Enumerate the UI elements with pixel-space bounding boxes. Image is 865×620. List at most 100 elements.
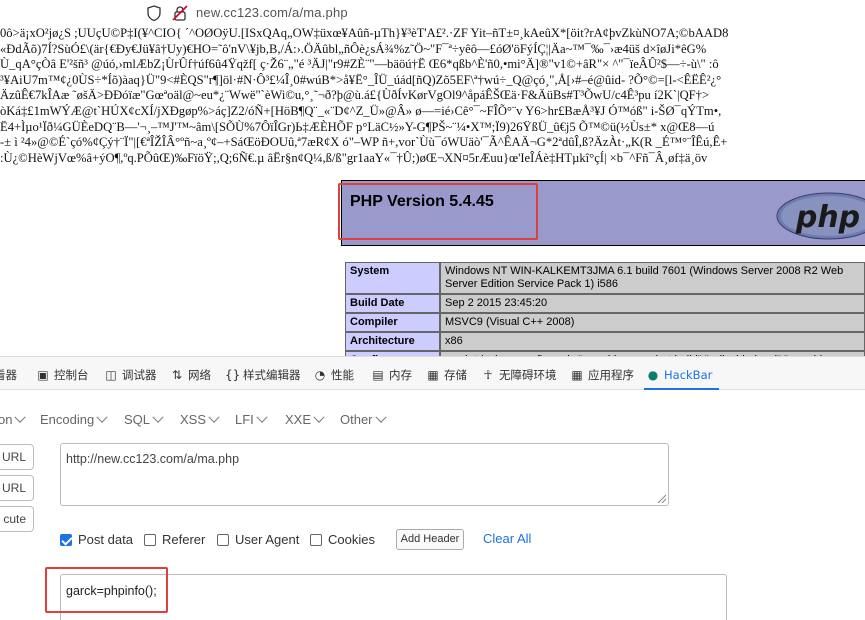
memory-icon: ▤ (372, 368, 384, 382)
menu-xss-label: XSS (180, 412, 207, 427)
tab-style-editor-label: 样式编辑器 (243, 368, 301, 382)
menu-xxe-label: XXE (285, 412, 312, 427)
tab-accessibility-label: 无障碍环境 (499, 368, 557, 382)
referer-checkbox[interactable]: Referer (144, 532, 205, 547)
garbled-line: Ë4+Ìµo¹Ïð¼GÜÈeDQ¨B—'¬¸–™J'™~âm\[SÕÙ%7ÔïÎ… (0, 119, 715, 134)
execute-button[interactable]: cute (0, 506, 34, 532)
tab-performance[interactable]: ◔ 性能 (313, 366, 354, 384)
tab-application-label: 应用程序 (588, 368, 634, 382)
shield-icon[interactable] (147, 5, 161, 21)
add-header-button[interactable]: Add Header (396, 529, 464, 550)
tab-inspector[interactable]: 看器 (0, 366, 17, 384)
garbled-line: :Ù¿©HèWjVœ%â+ýO¶,ºq.PÕûŒ)‰FïöŸ;,Q;6Ñ€.µ … (0, 150, 708, 165)
user-agent-label: User Agent (235, 532, 300, 547)
tab-debugger[interactable]: ◫ 调试器 (104, 366, 157, 384)
tab-inspector-label: 看器 (0, 368, 17, 382)
tab-performance-label: 性能 (331, 368, 354, 382)
chevron-down-icon (14, 411, 27, 423)
phpinfo-value: MSVC9 (Visual C++ 2008) (440, 313, 865, 332)
phpinfo-key: Architecture (345, 332, 440, 351)
phpinfo-key: Compiler (345, 313, 440, 332)
hackbar-toolbar: on Encoding SQL XSS LFI XXE Other (0, 402, 865, 432)
phpinfo-table: System Windows NT WIN-KALKEMT3JMA 6.1 bui… (345, 262, 865, 356)
phpinfo-row: Compiler MSVC9 (Visual C++ 2008) (345, 313, 865, 332)
checkbox-icon (144, 533, 156, 546)
tab-debugger-label: 调试器 (122, 368, 157, 382)
console-icon: ▣ (37, 368, 49, 382)
php-logo: php (776, 192, 865, 240)
split-url-button[interactable]: URL (0, 475, 34, 501)
address-bar[interactable]: new.cc123.com/a/ma.php (0, 0, 865, 28)
chevron-down-icon (313, 411, 325, 423)
garbled-line: Ù_qA°çÒâ E'²šñ³ @úó,›mlÆbZ¡ÙrÛf†úf6û4Ÿqž… (0, 57, 719, 72)
tab-application[interactable]: ▦ 应用程序 (570, 366, 634, 384)
menu-encoding[interactable]: Encoding (40, 411, 108, 427)
checkbox-icon (310, 533, 322, 546)
chevron-down-icon (208, 411, 220, 423)
accessibility-icon: ☥ (483, 368, 493, 382)
menu-lfi-label: LFI (235, 412, 254, 427)
menu-lfi[interactable]: LFI (235, 411, 268, 427)
chevron-down-icon (152, 411, 164, 423)
tab-network[interactable]: ⇅ 网络 (170, 366, 211, 384)
tab-console-label: 控制台 (54, 368, 89, 382)
phpinfo-page: PHP Version 5.4.45 php System Windows NT … (0, 178, 865, 356)
garbled-line: òKá‡£1mWÝÆ@t`HÚX¢cXÍ/jXÐgøp%>áç]Z2/óÑ+[H… (0, 103, 722, 118)
load-url-button[interactable]: URL (0, 444, 34, 470)
tab-hackbar[interactable]: ● HackBar (646, 366, 713, 384)
resize-grip-icon[interactable] (656, 493, 666, 503)
phpinfo-row: Architecture x86 (345, 332, 865, 351)
network-icon: ⇅ (171, 368, 183, 382)
tab-memory[interactable]: ▤ 内存 (371, 366, 412, 384)
hackbar-icon: ● (647, 368, 659, 382)
referer-label: Referer (162, 532, 206, 547)
tab-storage[interactable]: ▦ 存储 (426, 366, 467, 384)
cookies-label: Cookies (328, 532, 375, 547)
checkbox-checked-icon (60, 533, 72, 546)
garbled-line: «ÐdÃõ)7Í?SùÓ£\(är{€Ðy€Jü¥â†Uy)€HO=˜ô'nV\… (0, 41, 707, 56)
menu-sql-label: SQL (124, 412, 151, 427)
chevron-down-icon (256, 411, 268, 423)
tab-style-editor[interactable]: {} 样式编辑器 (225, 366, 301, 384)
menu-sql[interactable]: SQL (124, 411, 164, 427)
phpinfo-key: Build Date (345, 294, 440, 313)
checkbox-icon (217, 533, 229, 546)
menu-partial-label: on (0, 412, 13, 427)
chevron-down-icon (374, 411, 387, 423)
options-row: Post data Referer User Agent Cookies Add… (60, 526, 865, 552)
garbled-line: ³¥AiU7m™¢¿0ÙS÷*Íõ)àaq}Ü"9<#ÈQS"r¶]öl·#N·… (0, 72, 722, 87)
tab-storage-label: 存储 (444, 368, 467, 382)
cookies-checkbox[interactable]: Cookies (310, 532, 375, 547)
tab-network-label: 网络 (188, 368, 211, 382)
garbled-line: -± ì ²4»@©É`çó%¢Çý†¨Ï"|[€ªÎŽÎÂ°ºñ~a¸º¢–+… (0, 135, 728, 150)
style-editor-icon: {} (225, 368, 241, 382)
garbled-line: ÄzûÊ€7kÎAæ ˜øšÄ>ÐÐóïæ"Gœªoäl@~eu*¿¨Wwë"`… (0, 88, 710, 103)
garbled-output: 0ô>ä¡xO²jø¿S ;UUçU©P‡I(¥^CIO{ ´^OØOÿU.[I… (0, 26, 865, 182)
tab-console[interactable]: ▣ 控制台 (36, 366, 89, 384)
tab-accessibility[interactable]: ☥ 无障碍环境 (481, 366, 557, 384)
user-agent-checkbox[interactable]: User Agent (217, 532, 299, 547)
menu-other[interactable]: Other (340, 411, 387, 427)
menu-partial[interactable]: on (0, 411, 27, 427)
clear-all-link[interactable]: Clear All (483, 531, 531, 546)
version-highlight-box (338, 183, 538, 240)
tab-memory-label: 内存 (389, 368, 412, 382)
insecure-lock-icon[interactable] (172, 5, 188, 21)
post-data-checkbox[interactable]: Post data (60, 532, 133, 547)
phpinfo-row: System Windows NT WIN-KALKEMT3JMA 6.1 bui… (345, 262, 865, 294)
phpinfo-key: System (345, 262, 440, 294)
active-tab-indicator (644, 388, 719, 390)
phpinfo-value: Sep 2 2015 23:45:20 (440, 294, 865, 313)
performance-icon: ◔ (314, 368, 326, 382)
url-textarea[interactable]: http://new.cc123.com/a/ma.php (60, 443, 669, 506)
phpinfo-row: Build Date Sep 2 2015 23:45:20 (345, 294, 865, 313)
menu-xxe[interactable]: XXE (285, 411, 325, 427)
menu-other-label: Other (340, 412, 373, 427)
url-text[interactable]: new.cc123.com/a/ma.php (196, 5, 348, 20)
php-logo-text: php (795, 200, 860, 235)
storage-icon: ▦ (427, 368, 439, 382)
menu-encoding-label: Encoding (40, 412, 95, 427)
tab-hackbar-label: HackBar (664, 368, 713, 382)
phpinfo-value: Windows NT WIN-KALKEMT3JMA 6.1 build 760… (440, 262, 865, 294)
menu-xss[interactable]: XSS (180, 411, 220, 427)
